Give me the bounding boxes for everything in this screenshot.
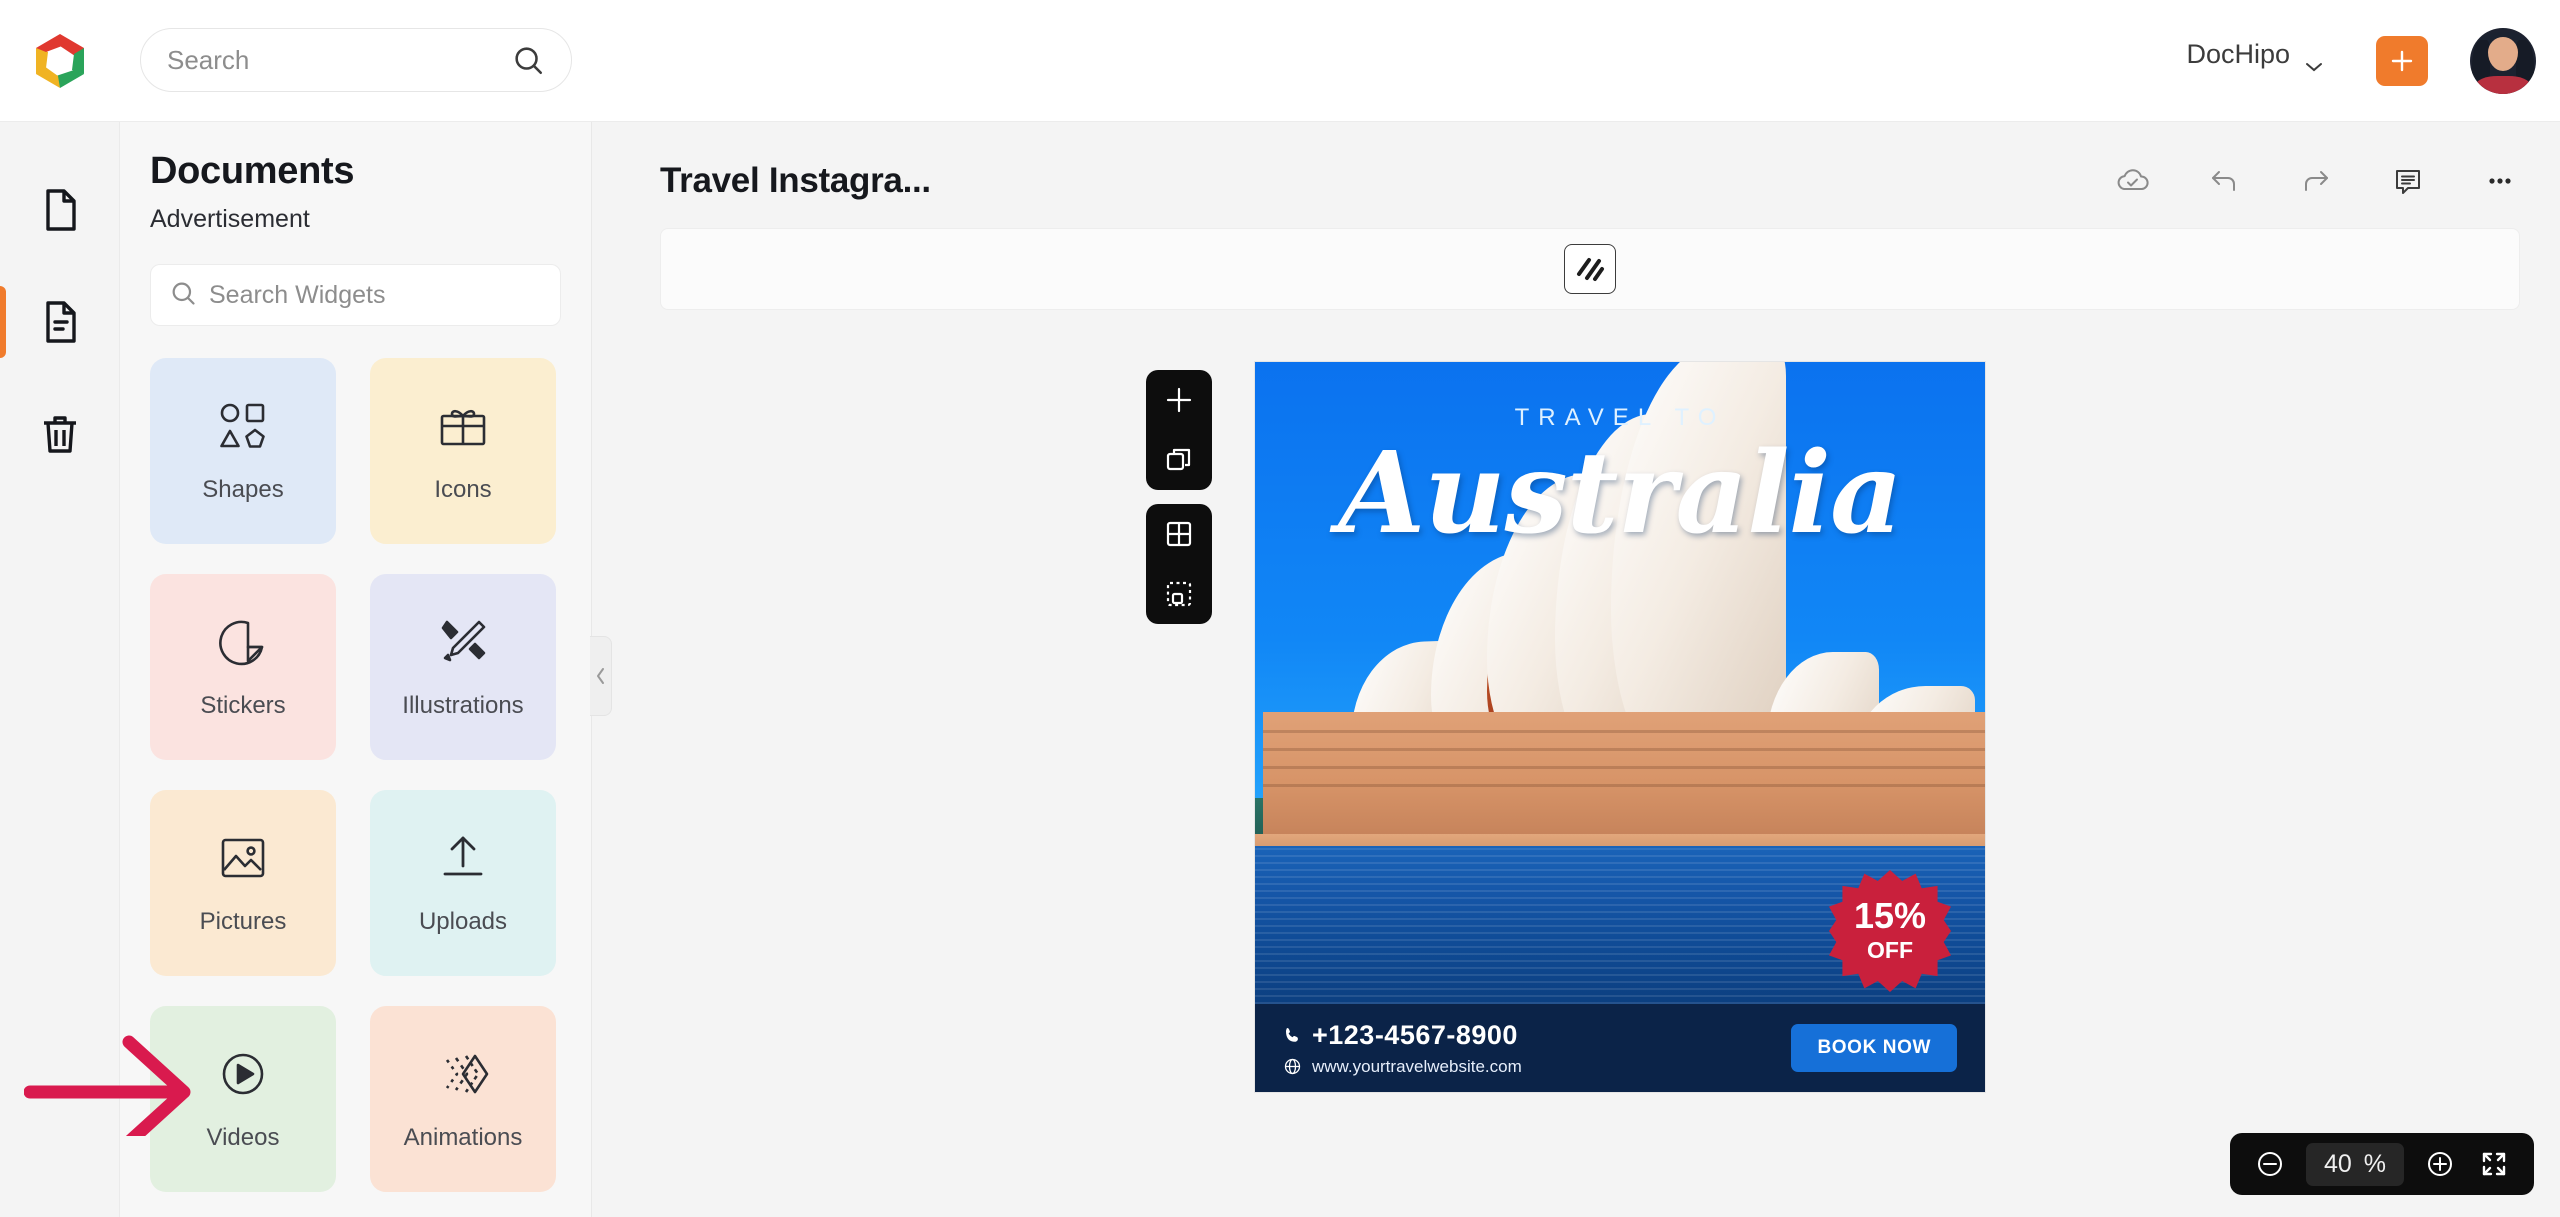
canvas-float-toolbar <box>1146 370 1212 624</box>
discount-badge: 15% OFF <box>1829 870 1951 992</box>
search-icon <box>511 43 545 77</box>
chevron-left-icon <box>596 668 604 684</box>
widget-search[interactable] <box>150 264 561 326</box>
left-icon-rail <box>0 122 120 1217</box>
canvas-area: Travel Instagra... TRAVEL TO Australia 1… <box>592 122 2560 1217</box>
widget-label: Icons <box>434 476 492 503</box>
background-pattern-icon <box>1577 258 1604 281</box>
widget-grid: Shapes Icons Stickers Illustrations Pict… <box>150 358 561 1192</box>
rail-item-templates[interactable] <box>0 154 120 266</box>
phone-number: +123-4567-8900 <box>1312 1019 1518 1050</box>
page-title[interactable]: Travel Instagra... <box>660 161 931 201</box>
panel-subtitle: Advertisement <box>150 205 310 233</box>
pencil-ruler-icon <box>435 614 491 670</box>
dochipo-logo[interactable] <box>28 28 92 92</box>
widget-label: Illustrations <box>402 692 524 719</box>
page-background-strip <box>660 228 2520 310</box>
zoom-out-icon[interactable] <box>2252 1146 2288 1182</box>
fit-screen-icon[interactable] <box>2476 1146 2512 1182</box>
app-root: DocHipo <box>0 0 2560 1217</box>
panel-title: Documents <box>150 150 355 192</box>
undo-icon[interactable] <box>2204 161 2244 201</box>
workspace-switcher[interactable]: DocHipo <box>2186 39 2324 71</box>
sticker-icon <box>215 614 271 670</box>
widget-card-videos[interactable]: Videos <box>150 1006 336 1192</box>
upload-icon <box>435 830 491 886</box>
opera-podium <box>1263 712 1985 840</box>
chevron-down-icon <box>2304 49 2324 71</box>
gift-icon <box>435 398 491 454</box>
comment-icon[interactable] <box>2388 161 2428 201</box>
design-canvas[interactable]: TRAVEL TO Australia 15% OFF +123-4567-89… <box>1255 362 1985 1092</box>
add-page-icon[interactable] <box>1158 379 1200 421</box>
page-background-button[interactable] <box>1564 244 1616 294</box>
redo-icon[interactable] <box>2296 161 2336 201</box>
zoom-unit: % <box>2363 1149 2386 1178</box>
page-actions-group <box>1146 370 1212 490</box>
website-url: www.yourtravelwebsite.com <box>1312 1056 1522 1076</box>
zoom-value: 40 <box>2323 1149 2352 1178</box>
play-circle-icon <box>215 1046 271 1102</box>
poster-title: Australia <box>1338 428 1902 559</box>
widget-card-stickers[interactable]: Stickers <box>150 574 336 760</box>
widgets-panel: Documents Advertisement Shapes <box>120 122 592 1217</box>
duplicate-page-icon[interactable] <box>1158 439 1200 481</box>
widget-label: Animations <box>403 1124 523 1151</box>
phone-icon <box>1286 1027 1298 1042</box>
contact-block: +123-4567-8900 www.yourtravelwebsite.com <box>1283 1020 1522 1077</box>
search-icon <box>169 279 197 312</box>
widget-card-shapes[interactable]: Shapes <box>150 358 336 544</box>
create-new-button[interactable] <box>2376 36 2428 86</box>
poster-footer: +123-4567-8900 www.yourtravelwebsite.com… <box>1255 1004 1985 1092</box>
image-icon <box>215 830 271 886</box>
grid-view-icon[interactable] <box>1158 513 1200 555</box>
top-bar: DocHipo <box>0 0 2560 122</box>
book-now-button[interactable]: BOOK NOW <box>1791 1024 1957 1072</box>
badge-off: OFF <box>1867 936 1913 963</box>
zoom-in-icon[interactable] <box>2422 1146 2458 1182</box>
workspace-label: DocHipo <box>2186 39 2290 69</box>
widget-card-pictures[interactable]: Pictures <box>150 790 336 976</box>
view-actions-group <box>1146 504 1212 624</box>
animation-icon <box>435 1046 491 1102</box>
more-options-icon[interactable] <box>2480 161 2520 201</box>
widget-label: Uploads <box>418 908 508 935</box>
document-header: Travel Instagra... <box>660 150 2520 212</box>
widget-label: Pictures <box>199 908 287 935</box>
website-row: www.yourtravelwebsite.com <box>1283 1057 1522 1077</box>
search-input[interactable] <box>167 44 511 76</box>
widget-card-illustrations[interactable]: Illustrations <box>370 574 556 760</box>
phone-row: +123-4567-8900 <box>1283 1020 1522 1051</box>
widget-label: Stickers <box>200 692 286 719</box>
document-toolbar <box>2112 161 2520 201</box>
cloud-saved-icon[interactable] <box>2112 161 2152 201</box>
global-search[interactable] <box>140 28 572 92</box>
widget-card-animations[interactable]: Animations <box>370 1006 556 1192</box>
widget-label: Shapes <box>202 476 284 503</box>
widget-search-input[interactable] <box>209 280 542 310</box>
zoom-control-bar: 40 % <box>2229 1133 2534 1195</box>
rail-item-trash[interactable] <box>0 378 120 490</box>
widget-card-uploads[interactable]: Uploads <box>370 790 556 976</box>
panel-collapse-handle[interactable] <box>590 636 612 716</box>
badge-percent: 15% <box>1853 894 1927 936</box>
shapes-icon <box>215 398 271 454</box>
zoom-value-field[interactable]: 40 % <box>2305 1142 2404 1186</box>
rail-item-documents[interactable] <box>0 266 120 378</box>
select-area-icon[interactable] <box>1158 573 1200 615</box>
widget-card-icons[interactable]: Icons <box>370 358 556 544</box>
widget-label: Videos <box>206 1124 280 1151</box>
user-avatar[interactable] <box>2470 28 2536 94</box>
globe-icon <box>1284 1058 1301 1075</box>
